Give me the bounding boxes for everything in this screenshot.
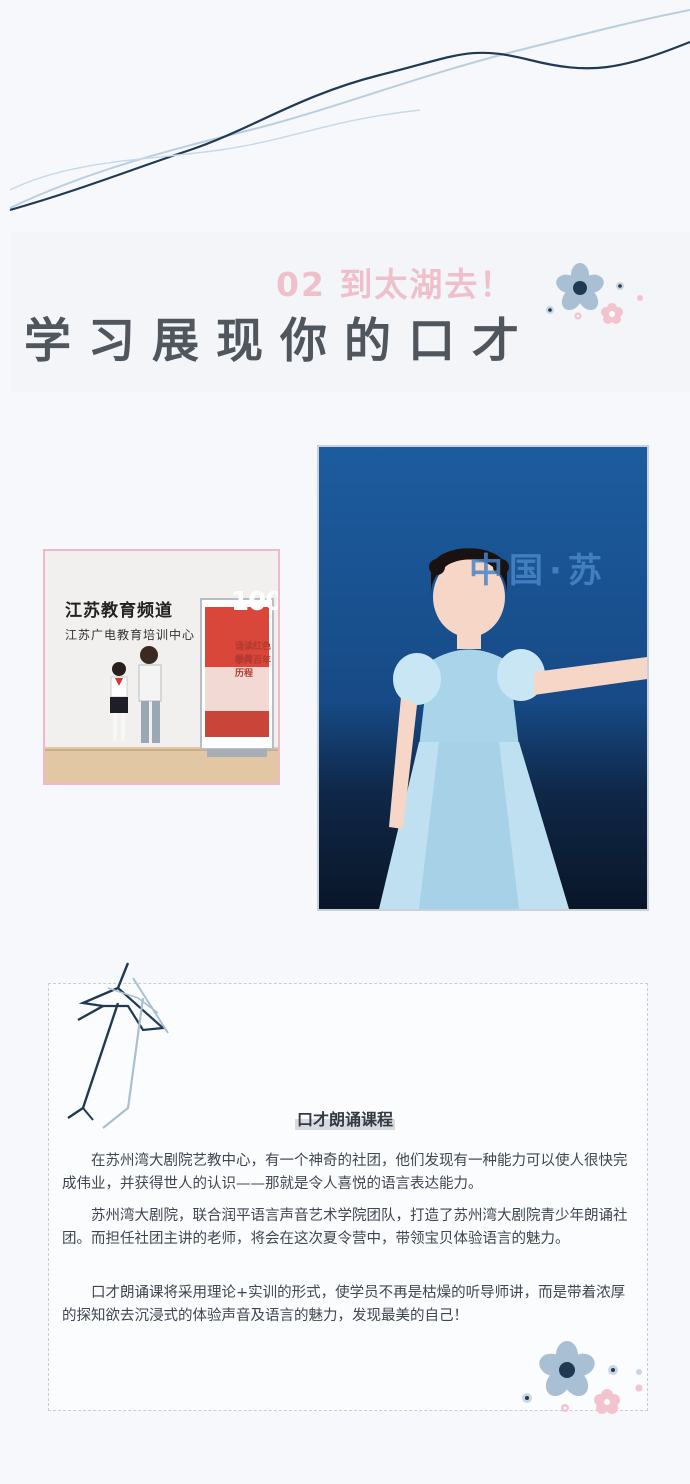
performance-illustration (319, 447, 647, 909)
course-heading: 口才朗诵课程 (0, 1106, 690, 1130)
sign-sub-text: 江苏广电教育培训中心 (65, 628, 196, 642)
group-photo: 江苏教育频道 江苏广电教育培训中心 100 诵读红色经典 学传百年历程 (43, 549, 280, 785)
backdrop-text: 中国·苏 (469, 551, 608, 591)
poster-stand: 100 诵读红色经典 学传百年历程 (201, 551, 278, 783)
flower-icon (522, 1341, 643, 1414)
section-title: 学习展现你的口才 (24, 314, 536, 369)
poster-number: 100 (231, 587, 280, 617)
sign-main-text: 江苏教育频道 (65, 601, 173, 621)
course-paragraph-2: 苏州湾大剧院，联合润平语言声音艺术学院团队，打造了苏州湾大剧院青少年朗诵社团。而… (62, 1208, 628, 1247)
course-paragraph-1: 在苏州湾大剧院艺教中心，有一个神奇的社团，他们发现有一种能力可以使人很快完成伟业… (62, 1153, 628, 1192)
section-subtitle: 02 到太湖去！ (276, 265, 515, 304)
flower-icon (546, 263, 643, 324)
wave-decoration (9, 9, 690, 212)
poster-line-2: 学传百年历程 (235, 656, 272, 679)
course-heading-text: 口才朗诵课程 (294, 1106, 395, 1130)
article-page: 02 到太湖去！ 学习展现你的口才 江苏教育频道 江苏广电教育培训中心 100 … (0, 0, 690, 1484)
course-paragraph-3: 口才朗诵课将采用理论+实训的形式，使学员不再是枯燥的听导师讲，而是带着浓厚的探知… (62, 1285, 626, 1324)
performance-photo: 中国·苏 (317, 445, 649, 911)
